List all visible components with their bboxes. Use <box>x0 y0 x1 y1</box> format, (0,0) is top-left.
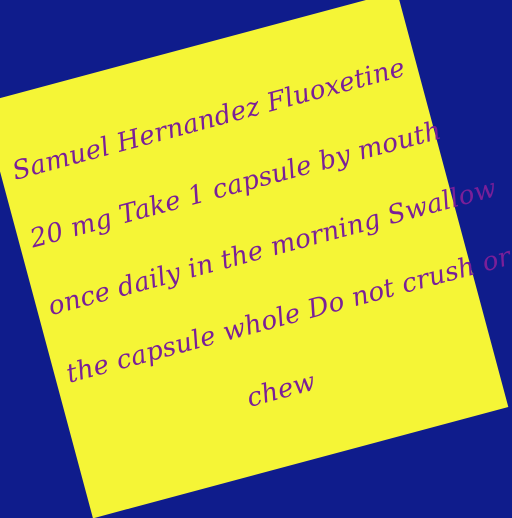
prescription-label-card: Samuel Hernandez Fluoxetine 20 mg Take 1… <box>0 0 512 518</box>
